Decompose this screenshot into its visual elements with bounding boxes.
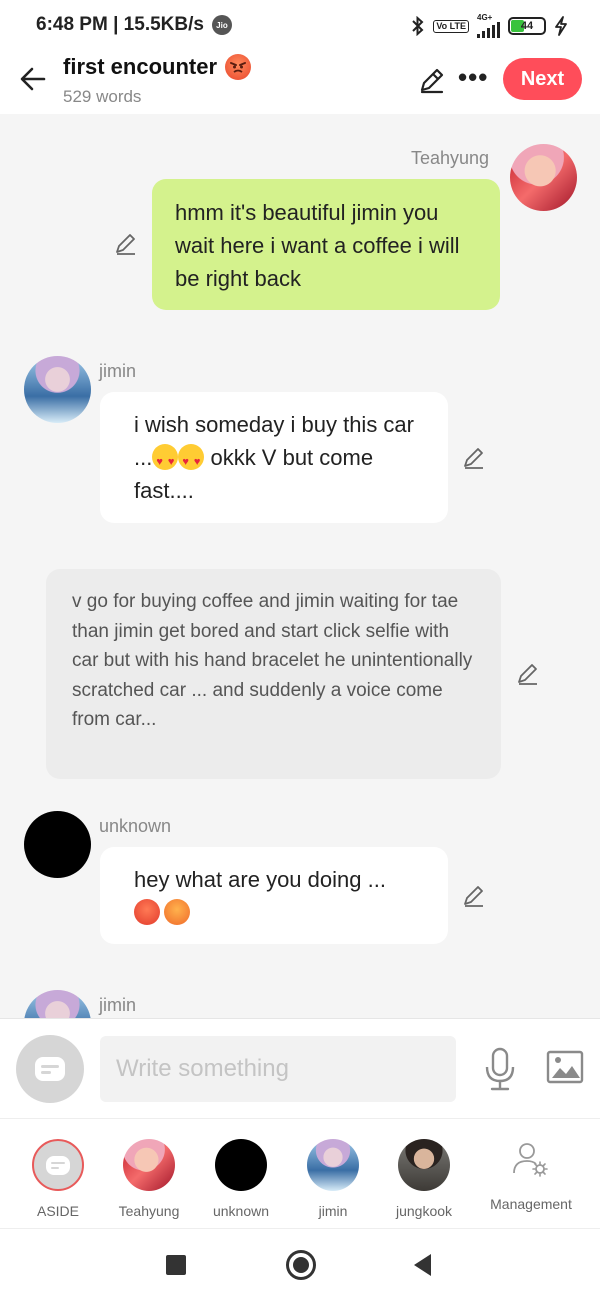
system-nav-bar [0,1228,600,1300]
input-bar [0,1018,600,1118]
home-button[interactable] [286,1250,316,1280]
more-options-icon[interactable]: ••• [458,62,488,93]
role-management[interactable]: Management [481,1141,581,1212]
speaker-name: unknown [99,816,172,836]
aside-icon [32,1139,84,1191]
heart-eyes-icon [152,444,179,479]
story-title[interactable]: first encounter [63,54,252,80]
speaker-name: jimin [99,361,137,381]
edit-pencil-icon[interactable] [516,662,540,686]
role-label: Teahyung [118,1203,180,1219]
recents-button[interactable] [166,1255,186,1275]
aside-bubble[interactable]: v go for buying coffee and jimin waiting… [46,569,501,779]
story-title-text: first encounter [63,54,218,79]
signal-icon [477,22,500,38]
message-bubble[interactable]: i wish someday i buy this car ... okkk V… [100,392,448,523]
role-label: Management [490,1196,572,1212]
chat-area[interactable]: Teahyung hmm it's beautiful jimin you wa… [0,114,600,1018]
next-button[interactable]: Next [503,58,582,100]
edit-pencil-icon[interactable] [462,884,486,908]
teahyung-avatar[interactable] [510,144,577,211]
role-jungkook[interactable]: jungkook [384,1139,464,1219]
role-label: ASIDE [36,1203,79,1219]
angry-face-icon [225,54,252,80]
back-button[interactable] [414,1254,431,1276]
message-input[interactable] [100,1036,456,1102]
role-unknown[interactable]: unknown [201,1139,281,1219]
angry-face-icon [164,899,190,925]
volte-icon: Vo LTE [433,19,469,33]
heart-eyes-icon [178,444,205,479]
image-icon[interactable] [546,1050,584,1084]
role-label: unknown [212,1203,270,1219]
status-time-speed: 6:48 PM | 15.5KB/s [36,14,204,35]
speaker-name: Teahyung [411,148,490,168]
word-count: 529 words [63,87,142,106]
angry-face-icon [134,899,160,925]
battery-level: 44 [520,20,534,32]
header: first encounter 529 words ••• Next [0,52,600,114]
management-icon [513,1143,548,1177]
charging-icon [555,16,567,36]
role-aside[interactable]: ASIDE [18,1139,98,1219]
jio-icon: Jio [211,15,232,35]
message-bubble[interactable]: hey what are you doing ... [100,847,448,944]
signal-block: 4G+ [477,14,500,38]
status-right: Vo LTE 4G+ 44 [411,14,568,38]
message-text: hey what are you doing ... [134,867,386,892]
edit-pencil-icon[interactable] [462,446,486,470]
role-bar: ASIDE Teahyung unknown jimin jungkook Ma… [0,1118,600,1228]
status-left: 6:48 PM | 15.5KB/s Jio [36,14,232,36]
aside-toggle-button[interactable] [16,1035,84,1103]
edit-pencil-icon[interactable] [114,232,138,256]
microphone-icon[interactable] [484,1047,516,1091]
speaker-name: jimin [99,995,137,1015]
aside-icon [35,1057,65,1081]
teahyung-avatar [123,1139,175,1191]
jimin-avatar [307,1139,359,1191]
status-bar: 6:48 PM | 15.5KB/s Jio Vo LTE 4G+ 44 [0,0,600,52]
role-jimin[interactable]: jimin [293,1139,373,1219]
role-label: jungkook [395,1203,453,1219]
back-arrow-icon[interactable] [18,64,48,94]
unknown-avatar[interactable] [24,811,91,878]
role-teahyung[interactable]: Teahyung [109,1139,189,1219]
jimin-avatar[interactable] [24,990,91,1018]
role-label: jimin [318,1203,348,1219]
jimin-avatar[interactable] [24,356,91,423]
bluetooth-icon [412,16,424,36]
unknown-avatar [215,1139,267,1191]
battery-icon: 44 [508,17,546,35]
network-type: 4G+ [477,13,493,22]
edit-pencil-icon[interactable] [418,66,446,94]
message-bubble[interactable]: hmm it's beautiful jimin you wait here i… [152,179,500,310]
jungkook-avatar [398,1139,450,1191]
